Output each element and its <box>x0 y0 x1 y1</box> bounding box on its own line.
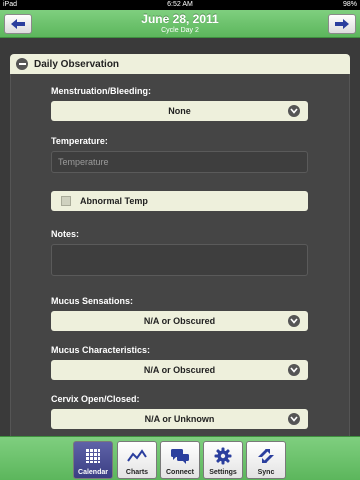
abnormal-temp-toggle[interactable]: Abnormal Temp <box>51 191 308 211</box>
notes-label: Notes: <box>51 229 80 239</box>
arrow-left-icon <box>11 19 25 29</box>
arrow-right-icon <box>335 19 349 29</box>
temperature-input[interactable] <box>52 152 307 172</box>
status-bar: iPad 6:52 AM 98% <box>0 0 360 10</box>
cycle-day-subtitle: Cycle Day 2 <box>161 27 199 34</box>
tab-sync-label: Sync <box>257 469 275 476</box>
cervix-select[interactable]: N/A or Unknown <box>51 409 308 429</box>
status-time: 6:52 AM <box>167 1 193 8</box>
content-area[interactable]: Daily Observation Menstruation/Bleeding:… <box>0 39 360 436</box>
tab-calendar[interactable]: Calendar <box>73 441 113 479</box>
calendar-grid-icon <box>82 446 104 466</box>
page-title: June 28, 2011 <box>141 12 219 26</box>
tab-connect[interactable]: Connect <box>160 441 200 479</box>
cervix-value: N/A or Unknown <box>144 414 215 424</box>
mucus-characteristics-label: Mucus Characteristics: <box>51 345 151 355</box>
gear-icon <box>212 446 234 466</box>
tab-settings-label: Settings <box>209 469 237 476</box>
tab-charts[interactable]: Charts <box>117 441 157 479</box>
temperature-label: Temperature: <box>51 136 108 146</box>
chevron-down-icon <box>288 315 300 327</box>
tab-calendar-label: Calendar <box>78 469 108 476</box>
chevron-down-icon <box>288 413 300 425</box>
nav-bar: June 28, 2011 Cycle Day 2 <box>0 10 360 38</box>
tab-bar: Calendar Charts Connect Settings Sync <box>0 436 360 480</box>
abnormal-temp-label: Abnormal Temp <box>80 196 148 206</box>
notes-field[interactable] <box>51 244 308 276</box>
mucus-characteristics-select[interactable]: N/A or Obscured <box>51 360 308 380</box>
line-chart-icon <box>126 446 148 466</box>
next-day-button[interactable] <box>328 14 356 34</box>
minus-circle-icon[interactable] <box>16 58 28 70</box>
cervix-label: Cervix Open/Closed: <box>51 394 140 404</box>
temperature-field-frame <box>51 151 308 173</box>
chat-bubbles-icon <box>169 446 191 466</box>
tab-connect-label: Connect <box>166 469 194 476</box>
nav-title: June 28, 2011 Cycle Day 2 <box>40 12 320 35</box>
chevron-down-icon <box>288 105 300 117</box>
menstruation-label: Menstruation/Bleeding: <box>51 86 152 96</box>
tab-charts-label: Charts <box>125 469 149 476</box>
chevron-down-icon <box>288 364 300 376</box>
battery-percent: 98% <box>342 1 357 8</box>
daily-observation-header[interactable]: Daily Observation <box>10 54 350 74</box>
section-title: Daily Observation <box>34 58 120 70</box>
menstruation-select[interactable]: None <box>51 101 308 121</box>
tab-settings[interactable]: Settings <box>203 441 243 479</box>
abnormal-temp-checkbox[interactable] <box>61 196 71 206</box>
sync-icon <box>255 446 277 466</box>
tab-sync[interactable]: Sync <box>246 441 286 479</box>
previous-day-button[interactable] <box>4 14 32 34</box>
mucus-characteristics-value: N/A or Obscured <box>143 365 216 375</box>
mucus-sensations-value: N/A or Obscured <box>143 316 216 326</box>
mucus-sensations-label: Mucus Sensations: <box>51 296 134 306</box>
mucus-sensations-select[interactable]: N/A or Obscured <box>51 311 308 331</box>
menstruation-value: None <box>168 106 191 116</box>
